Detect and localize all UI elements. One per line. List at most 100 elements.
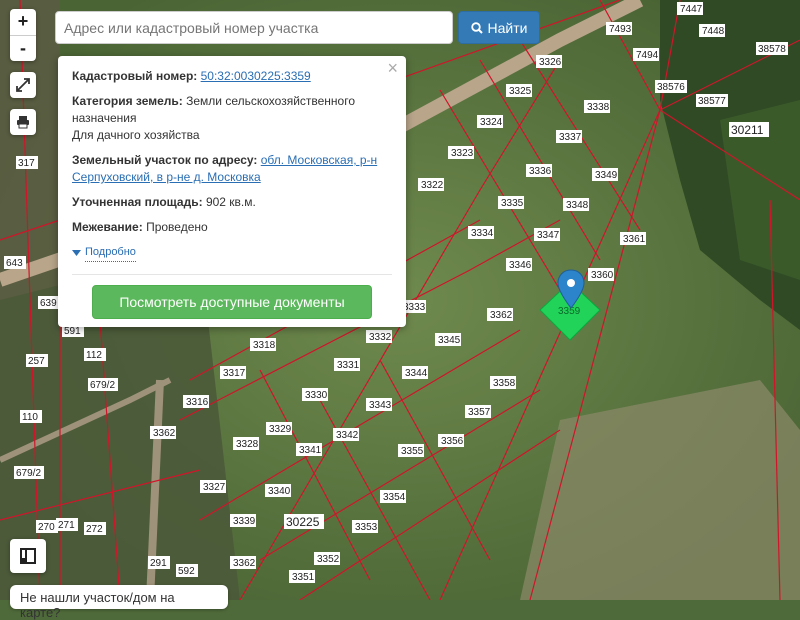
parcel-label: 3346 [506, 258, 532, 271]
parcel-label: 3353 [352, 520, 378, 533]
svg-text:679/2: 679/2 [90, 380, 115, 391]
svg-text:3358: 3358 [493, 378, 516, 389]
svg-text:3317: 3317 [223, 368, 246, 379]
search-input[interactable] [56, 12, 452, 43]
zoom-out-button[interactable]: - [10, 36, 36, 62]
svg-text:3332: 3332 [369, 332, 392, 343]
print-button[interactable] [10, 109, 36, 135]
svg-text:3327: 3327 [203, 482, 226, 493]
parcel-label: 3358 [490, 376, 516, 389]
parcel-label: 270 [36, 520, 58, 533]
parcel-label: 110 [20, 410, 42, 423]
parcel-label: 3328 [233, 437, 259, 450]
view-documents-button[interactable]: Посмотреть доступные документы [92, 285, 372, 319]
layers-button[interactable] [10, 539, 46, 573]
svg-text:3341: 3341 [299, 445, 322, 456]
svg-text:3342: 3342 [336, 430, 359, 441]
svg-text:3323: 3323 [451, 148, 474, 159]
svg-text:3329: 3329 [269, 424, 292, 435]
parcel-label: 7494 [633, 48, 659, 61]
parcel-label: 3342 [333, 428, 359, 441]
land-use-value: Для дачного хозяйства [72, 128, 200, 142]
parcel-label: 38578 [756, 42, 788, 55]
parcel-label: 3344 [402, 366, 428, 379]
svg-text:3318: 3318 [253, 340, 276, 351]
parcel-label: 3357 [465, 405, 491, 418]
svg-text:110: 110 [22, 412, 38, 423]
parcel-label: 38577 [696, 94, 728, 107]
svg-text:3347: 3347 [537, 230, 560, 241]
svg-text:271: 271 [58, 520, 75, 531]
parcel-label: 7493 [606, 22, 632, 35]
parcel-label: 3349 [592, 168, 618, 181]
parcel-label: 3332 [366, 330, 392, 343]
parcel-label: 679/2 [88, 378, 118, 391]
svg-text:3345: 3345 [438, 335, 461, 346]
land-category-row: Категория земель: Земли сельскохозяйстве… [72, 93, 392, 144]
svg-text:3324: 3324 [480, 117, 503, 128]
close-icon[interactable]: × [387, 59, 398, 77]
svg-text:3351: 3351 [292, 572, 315, 583]
parcel-label: 3339 [230, 514, 256, 527]
svg-text:7448: 7448 [702, 26, 725, 37]
parcel-label: 3341 [296, 443, 322, 456]
details-link[interactable]: Подробно [85, 244, 136, 262]
svg-text:38576: 38576 [657, 82, 685, 93]
svg-text:3344: 3344 [405, 368, 428, 379]
search-button[interactable]: Найти [458, 11, 540, 44]
svg-text:3340: 3340 [268, 486, 291, 497]
map-layer-icon [20, 548, 36, 564]
svg-text:3328: 3328 [236, 439, 259, 450]
svg-text:3338: 3338 [587, 102, 610, 113]
parcel-label: 3336 [526, 164, 552, 177]
svg-text:270: 270 [38, 522, 55, 533]
divider [72, 274, 392, 275]
cadastral-number-link[interactable]: 50:32:0030225:3359 [201, 69, 311, 83]
parcel-label: 3352 [314, 552, 340, 565]
not-found-link[interactable]: Не нашли участок/дом на карте? [10, 585, 228, 620]
svg-text:3325: 3325 [509, 86, 532, 97]
svg-text:7493: 7493 [609, 24, 632, 35]
parcel-label: 592 [176, 564, 198, 577]
address-row: Земельный участок по адресу: обл. Москов… [72, 152, 392, 186]
svg-text:3337: 3337 [559, 132, 582, 143]
parcel-label: 3340 [265, 484, 291, 497]
parcel-label: 30225 [284, 514, 324, 529]
svg-text:7494: 7494 [636, 50, 659, 61]
search-button-label: Найти [487, 19, 528, 36]
svg-text:3362: 3362 [490, 310, 513, 321]
parcel-label: 3362 [230, 556, 256, 569]
details-toggle[interactable]: Подробно [72, 244, 392, 262]
svg-text:112: 112 [86, 350, 102, 361]
parcel-label: 3361 [620, 232, 646, 245]
address-label: Земельный участок по адресу: [72, 153, 258, 167]
search-icon [470, 21, 483, 34]
svg-text:3352: 3352 [317, 554, 340, 565]
parcel-label: 3324 [477, 115, 503, 128]
parcel-label: 3316 [183, 395, 209, 408]
area-value: 902 кв.м. [205, 195, 256, 209]
svg-text:592: 592 [178, 566, 195, 577]
svg-text:3326: 3326 [539, 57, 562, 68]
svg-text:7447: 7447 [680, 4, 703, 15]
svg-text:3362: 3362 [233, 558, 256, 569]
svg-text:3336: 3336 [529, 166, 552, 177]
parcel-label: 38576 [655, 80, 687, 93]
print-icon [17, 116, 29, 129]
svg-text:3335: 3335 [501, 198, 524, 209]
expand-icon [16, 78, 30, 92]
svg-text:3357: 3357 [468, 407, 491, 418]
survey-value: Проведено [146, 220, 208, 234]
svg-text:3343: 3343 [369, 400, 392, 411]
fullscreen-button[interactable] [10, 72, 36, 98]
search-field [55, 11, 453, 44]
parcel-label: 3335 [498, 196, 524, 209]
svg-text:3360: 3360 [591, 270, 614, 281]
cadastral-number-label: Кадастровый номер: [72, 69, 198, 83]
parcel-label: 639 [38, 296, 60, 309]
parcel-label: 3348 [563, 198, 589, 211]
parcel-label: 3326 [536, 55, 562, 68]
survey-row: Межевание: Проведено [72, 219, 392, 236]
svg-text:38577: 38577 [698, 96, 726, 107]
zoom-in-button[interactable]: + [10, 9, 36, 36]
